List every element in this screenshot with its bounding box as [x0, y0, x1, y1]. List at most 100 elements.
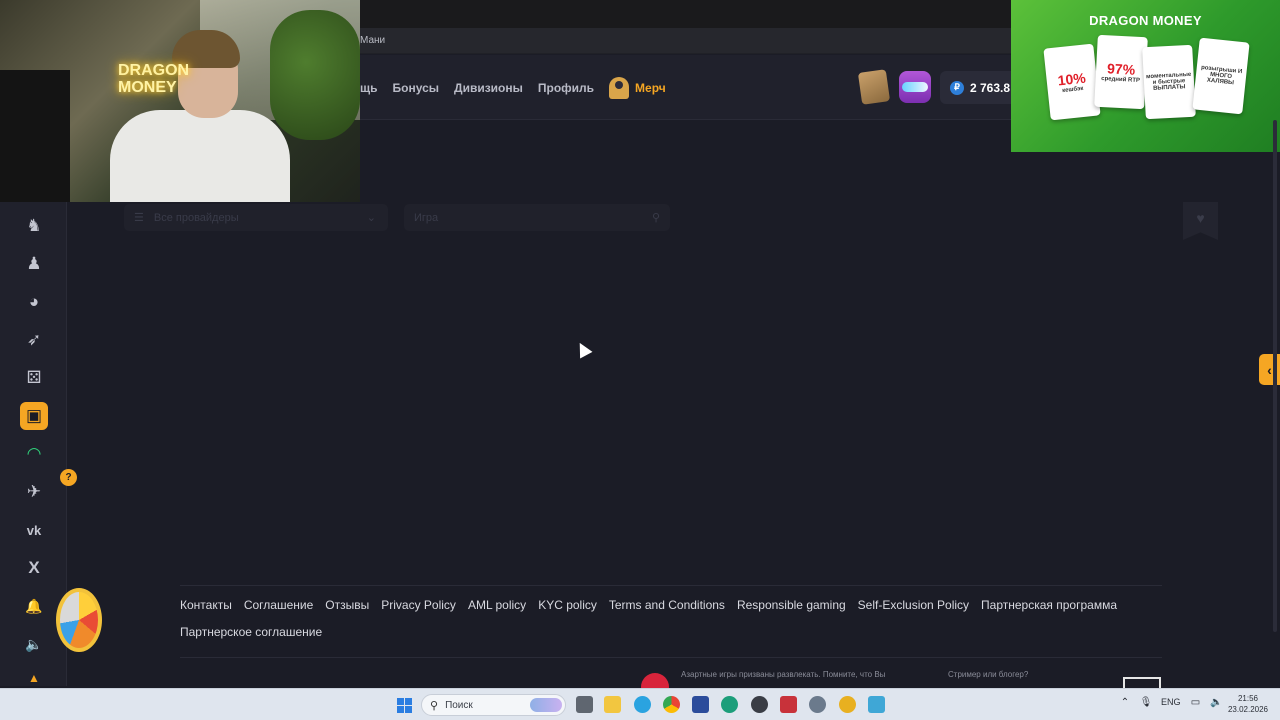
slot-machine-icon[interactable]: ▣	[20, 402, 48, 430]
mouse-cursor-icon	[573, 339, 593, 359]
microphone-icon[interactable]: 🎙	[1140, 696, 1153, 708]
neon-sign: DRAGON MONEY	[118, 62, 189, 96]
streamer-note[interactable]: Стример или блогер?	[948, 670, 1028, 679]
heart-icon: ♥	[1196, 210, 1205, 226]
treasure-chest-icon[interactable]	[857, 69, 891, 105]
responsible-gaming-note: Азартные игры призваны развлекать. Помни…	[681, 670, 886, 679]
speaker-icon[interactable]: 🔈	[20, 630, 48, 658]
search-icon: ⚲	[430, 699, 439, 712]
footer-link-affiliate[interactable]: Партнерская программа	[981, 598, 1117, 613]
system-tray: ⌃ 🎙 ENG ▭ 🔈	[1119, 696, 1223, 708]
neon-line-2: MONEY	[118, 79, 177, 96]
page-scrollbar[interactable]	[1273, 120, 1277, 632]
file-explorer-icon[interactable]	[604, 696, 621, 713]
footer-link-aml[interactable]: AML policy	[468, 598, 526, 613]
footer-links: Контакты Соглашение Отзывы Privacy Polic…	[180, 598, 1162, 640]
app-icon[interactable]	[692, 696, 709, 713]
promo-card: розыгрыши И МНОГО ХАЛЯВЫ	[1192, 37, 1250, 115]
gauge-icon[interactable]: ◠	[20, 440, 48, 468]
nav-item-merch[interactable]: Мерч	[609, 76, 666, 99]
app-icon[interactable]	[780, 696, 797, 713]
filter-icon: ☰	[134, 212, 144, 224]
goggles-avatar-icon[interactable]	[899, 71, 931, 103]
user-icon[interactable]: ♟	[20, 250, 48, 278]
windows-start-icon[interactable]	[397, 698, 412, 713]
dragon-icon[interactable]: ♞	[20, 212, 48, 240]
webcam-monitor	[0, 70, 70, 202]
nav-item-partial[interactable]: щь	[360, 81, 378, 95]
dice-icon[interactable]: ⚄	[20, 364, 48, 392]
footer-link-agreement[interactable]: Соглашение	[244, 598, 313, 613]
footer-link-terms[interactable]: Terms and Conditions	[609, 598, 725, 613]
footer-link-contacts[interactable]: Контакты	[180, 598, 232, 613]
footer-divider	[180, 585, 1162, 586]
app-icon[interactable]	[721, 696, 738, 713]
merch-label: Мерч	[635, 80, 666, 95]
ruble-icon: ₽	[950, 80, 964, 95]
settings-icon[interactable]	[809, 696, 826, 713]
game-search-placeholder: Игра	[414, 211, 439, 224]
promo-card: 10% кешбэк	[1043, 43, 1101, 121]
footer-divider	[180, 657, 1162, 658]
promo-banner[interactable]: DRAGON MONEY 10% кешбэк 97% средний RTP …	[1011, 0, 1280, 152]
taskbar-clock[interactable]: 21:56 23.02.2026	[1225, 693, 1271, 715]
promo-card-caption: средний RTP	[1101, 75, 1141, 85]
browser-tab-label[interactable]: Мани	[360, 35, 385, 46]
hoodie-icon	[609, 76, 630, 99]
nav-item-profile[interactable]: Профиль	[538, 81, 594, 95]
chevron-up-icon[interactable]: ⌃	[1119, 696, 1131, 708]
footer-link-self-exclusion[interactable]: Self-Exclusion Policy	[858, 598, 969, 613]
footer-link-affiliate-agreement[interactable]: Партнерское соглашение	[180, 625, 322, 640]
app-icon[interactable]	[839, 696, 856, 713]
help-badge: ?	[60, 469, 77, 486]
promo-card-caption: розыгрыши И МНОГО ХАЛЯВЫ	[1200, 64, 1243, 87]
footer-link-reviews[interactable]: Отзывы	[325, 598, 369, 613]
promo-card-value: 97%	[1106, 60, 1136, 78]
telegram-button[interactable]: ✈ ?	[20, 469, 77, 506]
telegram-icon: ✈	[26, 482, 42, 501]
x-icon[interactable]: X	[20, 554, 48, 582]
webcam-plant	[270, 10, 360, 140]
webcam-person-body	[110, 110, 290, 202]
webcam-overlay: DRAGON MONEY	[0, 0, 360, 202]
provider-select-value: Все провайдеры	[153, 211, 239, 224]
task-view-icon[interactable]	[576, 696, 593, 713]
telegram-app-icon[interactable]	[634, 696, 651, 713]
search-highlight-icon	[530, 698, 562, 712]
promo-brand: DRAGON MONEY	[1089, 13, 1202, 28]
promo-card: моментальные и быстрые ВЫПЛАТЫ	[1142, 44, 1196, 120]
footer-link-privacy[interactable]: Privacy Policy	[381, 598, 456, 613]
joystick-icon[interactable]: ◕	[20, 288, 48, 316]
network-icon[interactable]: ▭	[1190, 696, 1202, 708]
footer-link-kyc[interactable]: KYC policy	[538, 598, 597, 613]
promo-card-caption: моментальные и быстрые ВЫПЛАТЫ	[1145, 71, 1192, 92]
promo-card: 97% средний RTP	[1094, 34, 1148, 110]
neon-line-1: DRAGON	[118, 62, 190, 79]
footer-link-responsible[interactable]: Responsible gaming	[737, 598, 846, 613]
volume-icon[interactable]: 🔈	[1210, 696, 1222, 708]
vk-icon[interactable]: vk	[20, 516, 48, 544]
nav-item-divisions[interactable]: Дивизионы	[454, 81, 523, 95]
notepad-icon[interactable]	[868, 696, 885, 713]
promo-card-caption: кешбэк	[1061, 85, 1084, 95]
language-indicator[interactable]: ENG	[1161, 697, 1181, 707]
fortune-wheel-icon[interactable]	[56, 588, 102, 652]
rocket-icon[interactable]: ➶	[20, 326, 48, 354]
balance-amount: 2 763.8	[970, 80, 1011, 95]
provider-select[interactable]: ☰ Все провайдеры ⌄	[124, 204, 388, 231]
nav-item-bonuses[interactable]: Бонусы	[393, 81, 440, 95]
taskbar-search-label: Поиск	[445, 699, 473, 711]
chevron-left-icon: ‹	[1267, 361, 1272, 378]
chevron-down-icon: ⌄	[366, 212, 376, 224]
app-icon[interactable]	[751, 696, 768, 713]
clock-date: 23.02.2026	[1227, 705, 1269, 714]
favorites-bookmark[interactable]: ♥	[1183, 202, 1218, 240]
clock-time: 21:56	[1237, 694, 1259, 703]
game-search-input[interactable]: Игра ⚲	[404, 204, 670, 231]
search-icon: ⚲	[651, 212, 660, 224]
bell-icon[interactable]: 🔔	[20, 592, 48, 620]
os-taskbar: ⚲ Поиск ⌃ 🎙 ENG ▭ 🔈 21:56 23.02.2026	[0, 688, 1280, 720]
chrome-icon[interactable]	[663, 696, 680, 713]
main-nav: щь Бонусы Дивизионы Профиль Мерч	[360, 55, 666, 120]
taskbar-search[interactable]: ⚲ Поиск	[421, 694, 566, 716]
